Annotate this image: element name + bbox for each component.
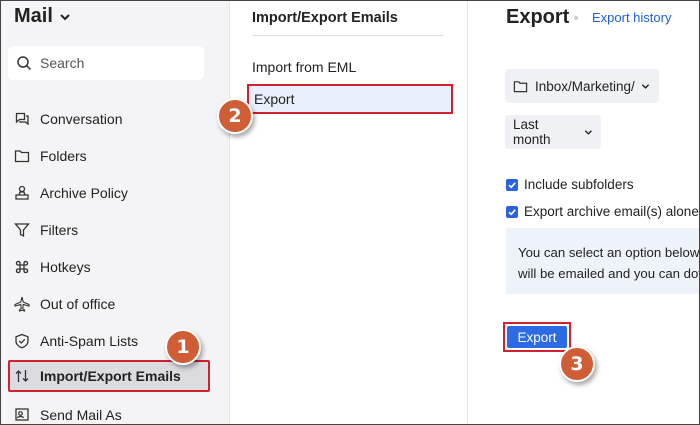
search-input[interactable] (40, 55, 190, 71)
import-export-icon (14, 368, 30, 384)
folder-icon (513, 80, 528, 92)
sidebar-item-folders[interactable]: Folders (8, 140, 210, 172)
import-export-submenu: Import/Export Emails Import from EML Exp… (230, 0, 468, 425)
page-title: Export (506, 6, 570, 28)
export-archive-checkbox[interactable]: Export archive email(s) alone (506, 204, 699, 219)
chevron-down-icon (641, 83, 649, 89)
folder-icon (14, 148, 30, 164)
sidebar-item-hotkeys[interactable]: Hotkeys (8, 251, 210, 283)
sidebar-item-label: Archive Policy (40, 185, 128, 201)
command-key-icon (14, 259, 30, 275)
app-switcher[interactable]: Mail (14, 5, 71, 28)
sidebar-item-out-of-office[interactable]: Out of office (8, 288, 210, 320)
archive-policy-icon (14, 185, 30, 201)
include-subfolders-checkbox[interactable]: Include subfolders (506, 177, 634, 192)
search-box[interactable] (8, 46, 204, 80)
filter-icon (14, 222, 30, 238)
shield-icon (14, 333, 30, 349)
search-icon (17, 56, 32, 71)
sidebar-item-archive-policy[interactable]: Archive Policy (8, 177, 210, 209)
send-as-icon (14, 407, 30, 423)
info-message: You can select an option below will be e… (506, 228, 700, 294)
export-history-link[interactable]: Export history (592, 10, 671, 25)
submenu-item-import-from-eml[interactable]: Import from EML (252, 59, 356, 75)
step-badge-1: 1 (165, 329, 201, 365)
export-button-label: Export (507, 326, 567, 348)
conversation-icon (14, 111, 30, 127)
chevron-down-icon (585, 129, 593, 135)
separator-dot (574, 16, 578, 20)
folder-select-value: Inbox/Marketing/ (535, 78, 635, 94)
submenu-item-label: Export (254, 91, 295, 107)
sidebar-item-send-mail-as[interactable]: Send Mail As (8, 399, 210, 425)
sidebar-item-label: Filters (40, 222, 79, 238)
submenu-item-export[interactable]: Export (247, 84, 453, 114)
folder-select[interactable]: Inbox/Marketing/ (505, 69, 659, 103)
sidebar-item-label: Conversation (40, 111, 123, 127)
date-range-select[interactable]: Last month (505, 115, 601, 149)
checkbox-checked-icon[interactable] (506, 205, 518, 218)
settings-sidebar: Mail Conversation Folders Archive Policy… (0, 0, 230, 425)
airplane-icon (14, 296, 30, 312)
export-archive-label: Export archive email(s) alone (524, 204, 699, 219)
submenu-divider (252, 35, 444, 36)
submenu-title: Import/Export Emails (252, 10, 398, 26)
sidebar-item-label: Hotkeys (40, 259, 91, 275)
sidebar-item-conversation[interactable]: Conversation (8, 103, 210, 135)
step-badge-2: 2 (217, 98, 253, 134)
sidebar-item-label: Send Mail As (40, 407, 122, 423)
export-button[interactable]: Export (503, 322, 571, 352)
date-range-value: Last month (513, 117, 551, 147)
chevron-down-icon (60, 13, 70, 20)
app-title: Mail (14, 5, 53, 27)
info-line: will be emailed and you can dov (518, 266, 700, 281)
checkbox-checked-icon[interactable] (506, 178, 518, 191)
sidebar-item-label: Folders (40, 148, 87, 164)
sidebar-item-label: Out of office (40, 296, 116, 312)
sidebar-item-label: Import/Export Emails (40, 368, 181, 384)
include-subfolders-label: Include subfolders (524, 177, 634, 192)
step-badge-3: 3 (559, 346, 595, 382)
sidebar-item-filters[interactable]: Filters (8, 214, 210, 246)
sidebar-item-label: Anti-Spam Lists (40, 333, 139, 349)
info-line: You can select an option below (518, 245, 700, 260)
